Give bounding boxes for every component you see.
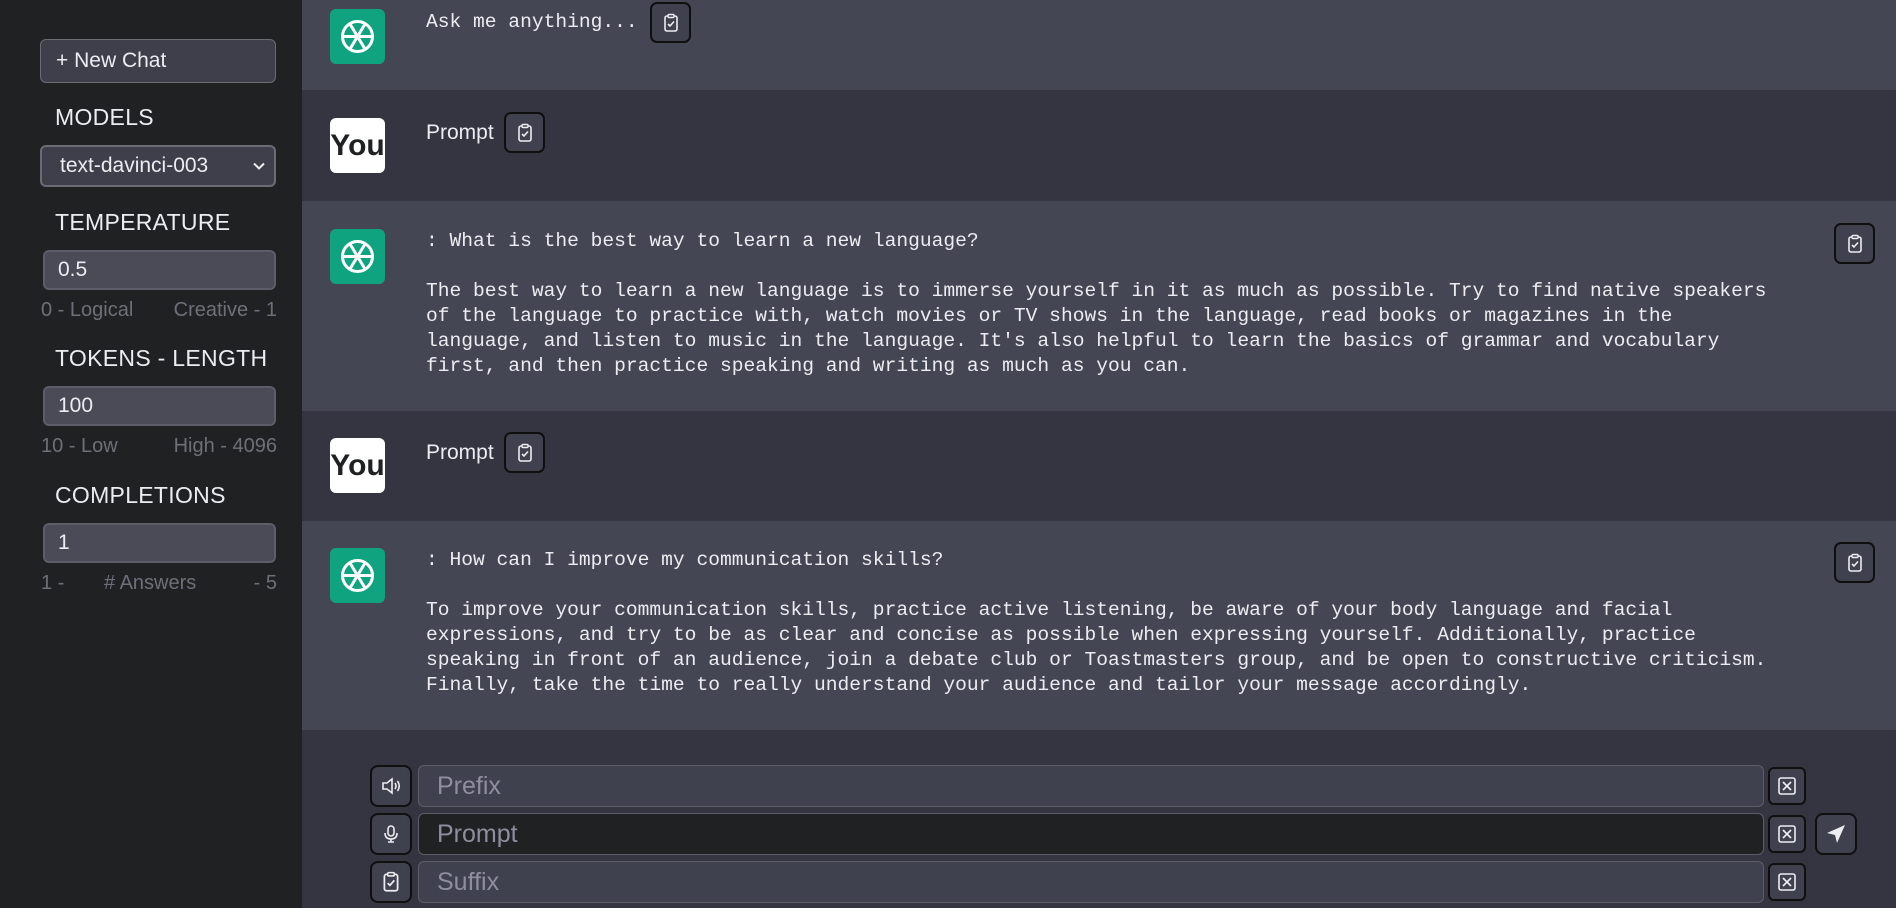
models-heading: MODELS [55, 104, 154, 130]
speaker-icon[interactable] [370, 765, 412, 807]
openai-logo-icon [330, 548, 385, 603]
copy-clipboard-icon[interactable] [504, 432, 545, 473]
clipboard-icon[interactable] [370, 861, 412, 903]
openai-logo-icon [330, 229, 385, 284]
clear-suffix-icon[interactable] [1768, 863, 1806, 901]
microphone-icon[interactable] [370, 813, 412, 855]
openai-logo-icon [330, 9, 385, 64]
message-text: : How can I improve my communication ski… [426, 549, 1767, 696]
temperature-input[interactable]: 0.5 [43, 250, 276, 290]
new-chat-button[interactable]: + New Chat [40, 39, 276, 83]
completions-mid-label: # Answers [104, 572, 197, 594]
completions-heading: COMPLETIONS [55, 482, 226, 508]
copy-clipboard-icon[interactable] [1834, 542, 1875, 583]
message-text: Prompt [426, 441, 494, 464]
temperature-max-label: Creative - 1 [173, 299, 277, 321]
message-row: : How can I improve my communication ski… [302, 521, 1896, 730]
copy-clipboard-icon[interactable] [650, 2, 691, 43]
user-avatar: You [330, 118, 385, 173]
completions-max-label: - 5 [253, 572, 277, 594]
tokens-max-label: High - 4096 [173, 435, 277, 457]
copy-clipboard-icon[interactable] [1834, 223, 1875, 264]
prompt-input[interactable]: Prompt [418, 813, 1764, 855]
temperature-heading: TEMPERATURE [55, 209, 231, 235]
message-row: : What is the best way to learn a new la… [302, 201, 1896, 411]
message-row: You Prompt [302, 90, 1896, 201]
completions-input[interactable]: 1 [43, 523, 276, 563]
tokens-min-label: 10 - Low [41, 435, 118, 457]
clear-prompt-icon[interactable] [1768, 815, 1806, 853]
copy-clipboard-icon[interactable] [504, 112, 545, 153]
completions-min-label: 1 - [41, 572, 65, 594]
input-area: Prefix Prompt Suffix [302, 730, 1896, 908]
message-text: Prompt [426, 121, 494, 144]
suffix-input[interactable]: Suffix [418, 861, 1764, 903]
chevron-down-icon [253, 162, 265, 170]
clear-prefix-icon[interactable] [1768, 767, 1806, 805]
message-text: : What is the best way to learn a new la… [426, 230, 1767, 377]
tokens-heading: TOKENS - LENGTH [55, 345, 268, 371]
model-select[interactable]: text-davinci-003 [40, 145, 276, 187]
message-row: Ask me anything... [302, 0, 1896, 90]
temperature-min-label: 0 - Logical [41, 299, 134, 321]
prefix-input[interactable]: Prefix [418, 765, 1764, 807]
model-select-value: text-davinci-003 [60, 154, 209, 177]
message-row: You Prompt [302, 411, 1896, 521]
send-icon[interactable] [1815, 813, 1857, 855]
sidebar: + New Chat MODELS text-davinci-003 TEMPE… [0, 0, 302, 908]
message-text: Ask me anything... [426, 11, 638, 33]
tokens-input[interactable]: 100 [43, 386, 276, 426]
user-avatar: You [330, 438, 385, 493]
